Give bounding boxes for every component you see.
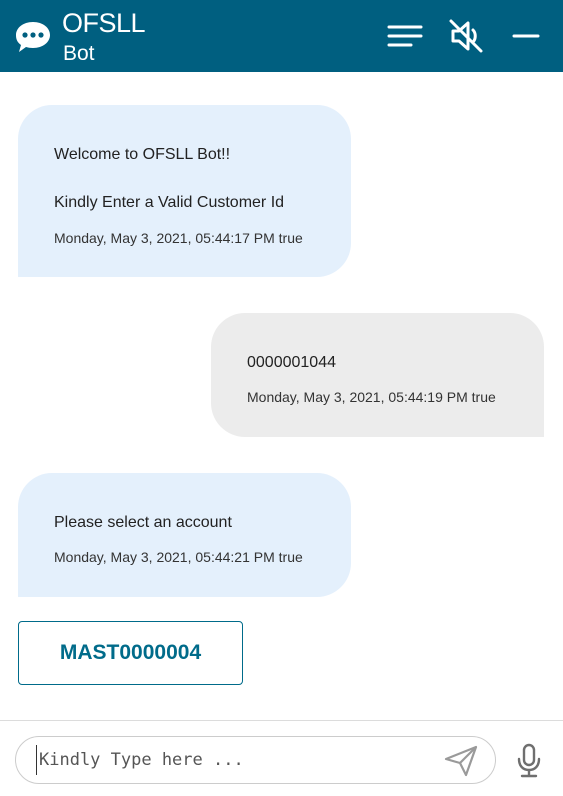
message-input[interactable] (36, 745, 426, 775)
chat-history[interactable]: Welcome to OFSLL Bot!! Kindly Enter a Va… (0, 72, 563, 720)
menu-icon (387, 25, 423, 47)
send-icon (444, 745, 478, 777)
chat-header: OFSLL Bot (0, 0, 563, 72)
app-subtitle: Bot (63, 42, 95, 65)
menu-button[interactable] (385, 16, 425, 56)
message-text: Kindly Enter a Valid Customer Id (54, 194, 285, 211)
microphone-icon (517, 743, 541, 778)
bot-message: Please select an account Monday, May 3, … (18, 473, 351, 597)
send-button[interactable] (442, 743, 480, 779)
message-text: Welcome to OFSLL Bot!! (54, 146, 231, 163)
message-timestamp: Monday, May 3, 2021, 05:44:19 PM true (247, 389, 496, 405)
app-title: OFSLL (62, 8, 146, 38)
bot-message: Welcome to OFSLL Bot!! Kindly Enter a Va… (18, 105, 351, 277)
mute-button[interactable] (446, 16, 486, 56)
message-timestamp: Monday, May 3, 2021, 05:44:21 PM true (54, 549, 303, 565)
user-message: 0000001044 Monday, May 3, 2021, 05:44:19… (211, 313, 544, 437)
message-composer (0, 720, 563, 796)
message-text: 0000001044 (247, 354, 336, 371)
speaker-muted-icon (449, 19, 483, 53)
minimize-icon (512, 34, 540, 38)
chat-bubble-icon (16, 22, 50, 52)
minimize-button[interactable] (506, 16, 546, 56)
message-timestamp: Monday, May 3, 2021, 05:44:17 PM true (54, 230, 303, 246)
message-input-box (15, 736, 496, 784)
voice-input-button[interactable] (512, 741, 546, 781)
account-option-button[interactable]: MAST0000004 (18, 621, 243, 685)
message-text: Please select an account (54, 514, 232, 531)
